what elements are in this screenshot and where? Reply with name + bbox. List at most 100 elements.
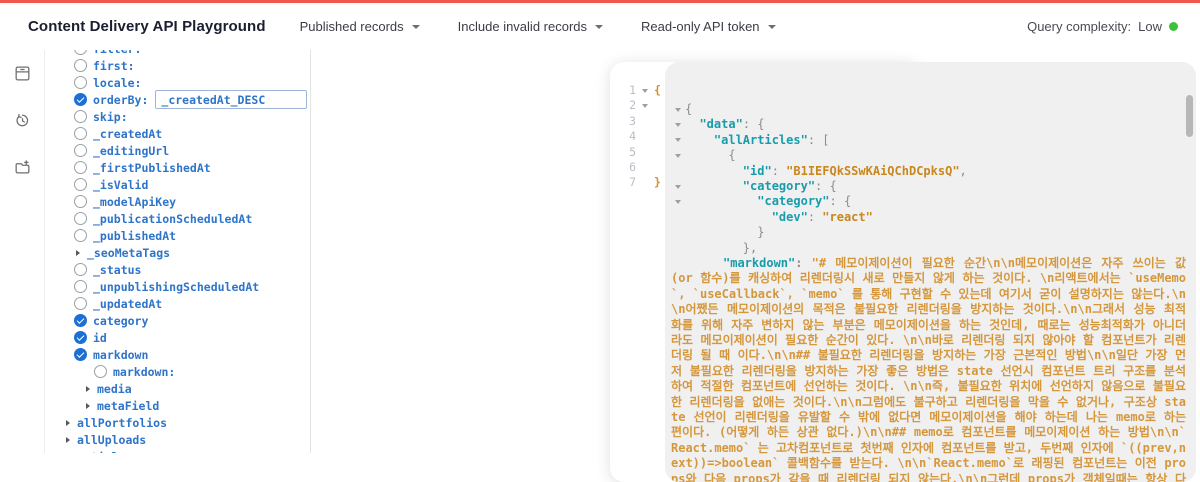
- fold-column: [671, 164, 685, 179]
- fold-arrow-icon[interactable]: [675, 108, 681, 112]
- explorer-item-seoMetaTags[interactable]: _seoMetaTags: [45, 244, 310, 261]
- explorer-item-media[interactable]: media: [45, 380, 310, 397]
- workbench: 1{2 allArticles(orderBy: _createdAt_DESC…: [310, 50, 1200, 453]
- explorer-item-allPortfolios[interactable]: allPortfolios: [45, 414, 310, 431]
- response-scrollbar-thumb[interactable]: [1186, 95, 1193, 137]
- status-dot-icon: [1169, 22, 1178, 31]
- dropdown-label: Read-only API token: [641, 19, 760, 34]
- dropdown-published-records[interactable]: Published records: [300, 19, 420, 34]
- field-checkbox[interactable]: [74, 161, 87, 174]
- response-line: {: [671, 148, 1186, 163]
- fold-column: [671, 117, 685, 132]
- field-checkbox[interactable]: [74, 76, 87, 89]
- dropdown-api-token[interactable]: Read-only API token: [641, 19, 776, 34]
- explorer-item-firstPublishedAt[interactable]: _firstPublishedAt: [45, 159, 310, 176]
- fold-column: [636, 129, 654, 144]
- header: Content Delivery API Playground Publishe…: [0, 3, 1200, 51]
- field-checkbox[interactable]: [74, 195, 87, 208]
- field-checkbox[interactable]: [74, 348, 87, 361]
- fold-arrow-icon[interactable]: [675, 200, 681, 204]
- explorer-item-status[interactable]: _status: [45, 261, 310, 278]
- dropdown-label: Include invalid records: [458, 19, 587, 34]
- field-checkbox[interactable]: [74, 314, 87, 327]
- explorer-item-createdAt[interactable]: _createdAt: [45, 125, 310, 142]
- fold-column: [671, 102, 685, 117]
- fold-arrow-icon[interactable]: [642, 104, 648, 108]
- explorer-item-label: markdown:: [113, 365, 175, 379]
- explorer-item-filter[interactable]: filter:: [45, 50, 310, 57]
- explorer-item-locale[interactable]: locale:: [45, 74, 310, 91]
- field-checkbox[interactable]: [74, 280, 87, 293]
- explorer-item-publicationScheduledAt[interactable]: _publicationScheduledAt: [45, 210, 310, 227]
- expand-arrow-icon[interactable]: [66, 420, 70, 426]
- explorer-item-metaField[interactable]: metaField: [45, 397, 310, 414]
- fold-arrow-icon[interactable]: [642, 89, 648, 93]
- explorer-item-markdown[interactable]: markdown:: [45, 363, 310, 380]
- response-line: "category": {: [671, 179, 1186, 194]
- field-checkbox[interactable]: [74, 50, 87, 55]
- schema-docs-button[interactable]: [11, 62, 33, 84]
- explorer-item-allUploads[interactable]: allUploads: [45, 431, 310, 448]
- history-button[interactable]: [11, 109, 33, 131]
- explorer-item-orderBy[interactable]: orderBy:: [45, 91, 310, 108]
- line-number: 7: [610, 175, 636, 190]
- collections-button[interactable]: [11, 156, 33, 178]
- fold-arrow-icon[interactable]: [675, 123, 681, 127]
- fold-arrow-icon[interactable]: [675, 185, 681, 189]
- explorer-item-unpublishingScheduledAt[interactable]: _unpublishingScheduledAt: [45, 278, 310, 295]
- explorer-item-label: _unpublishingScheduledAt: [93, 280, 259, 294]
- field-checkbox[interactable]: [74, 178, 87, 191]
- fold-column: [671, 225, 685, 240]
- explorer-item-id[interactable]: id: [45, 329, 310, 346]
- field-checkbox[interactable]: [74, 263, 87, 276]
- explorer-item-updatedAt[interactable]: _updatedAt: [45, 295, 310, 312]
- fold-arrow-icon[interactable]: [675, 138, 681, 142]
- field-checkbox[interactable]: [74, 144, 87, 157]
- response-line: "category": {: [671, 194, 1186, 209]
- token: [685, 164, 743, 179]
- field-checkbox[interactable]: [74, 229, 87, 242]
- field-checkbox[interactable]: [74, 110, 87, 123]
- explorer-item-label: _isValid: [93, 178, 148, 192]
- explorer-item-skip[interactable]: skip:: [45, 108, 310, 125]
- explorer-item-isValid[interactable]: _isValid: [45, 176, 310, 193]
- explorer-item-article[interactable]: article: [45, 448, 310, 453]
- field-checkbox[interactable]: [74, 93, 87, 106]
- field-checkbox[interactable]: [74, 212, 87, 225]
- field-checkbox[interactable]: [74, 127, 87, 140]
- line-number: 2: [610, 98, 636, 113]
- response-line: }: [671, 225, 1186, 240]
- response-viewer: { "data": { "allArticles": [ { "id": "B1…: [665, 62, 1196, 482]
- line-number: 5: [610, 145, 636, 160]
- explorer-item-first[interactable]: first:: [45, 57, 310, 74]
- token: [685, 133, 714, 148]
- page-title: Content Delivery API Playground: [28, 18, 266, 35]
- explorer-item-label: _editingUrl: [93, 144, 169, 158]
- token: },: [743, 241, 757, 256]
- explorer-item-publishedAt[interactable]: _publishedAt: [45, 227, 310, 244]
- field-checkbox[interactable]: [74, 59, 87, 72]
- explorer-item-label: first:: [93, 59, 135, 73]
- dropdown-include-invalid-records[interactable]: Include invalid records: [458, 19, 603, 34]
- token: }: [757, 225, 764, 240]
- field-checkbox[interactable]: [74, 331, 87, 344]
- explorer-item-modelApiKey[interactable]: _modelApiKey: [45, 193, 310, 210]
- explorer-item-editingUrl[interactable]: _editingUrl: [45, 142, 310, 159]
- fold-arrow-icon[interactable]: [675, 154, 681, 158]
- field-checkbox[interactable]: [74, 297, 87, 310]
- explorer-item-label: markdown: [93, 348, 148, 362]
- response-line: "allArticles": [: [671, 133, 1186, 148]
- dropdown-label: Published records: [300, 19, 404, 34]
- expand-arrow-icon[interactable]: [86, 386, 90, 392]
- token: "category": [743, 179, 815, 194]
- orderby-value-input[interactable]: [155, 90, 307, 109]
- response-line: "id": "B1IEFQkSSwKAiQChDCpksQ",: [671, 164, 1186, 179]
- explorer-item-markdown[interactable]: markdown: [45, 346, 310, 363]
- chevron-down-icon: [595, 25, 603, 29]
- expand-arrow-icon[interactable]: [76, 250, 80, 256]
- field-checkbox[interactable]: [94, 365, 107, 378]
- explorer-item-label: _seoMetaTags: [87, 246, 170, 260]
- explorer-item-category[interactable]: category: [45, 312, 310, 329]
- expand-arrow-icon[interactable]: [66, 437, 70, 443]
- expand-arrow-icon[interactable]: [86, 403, 90, 409]
